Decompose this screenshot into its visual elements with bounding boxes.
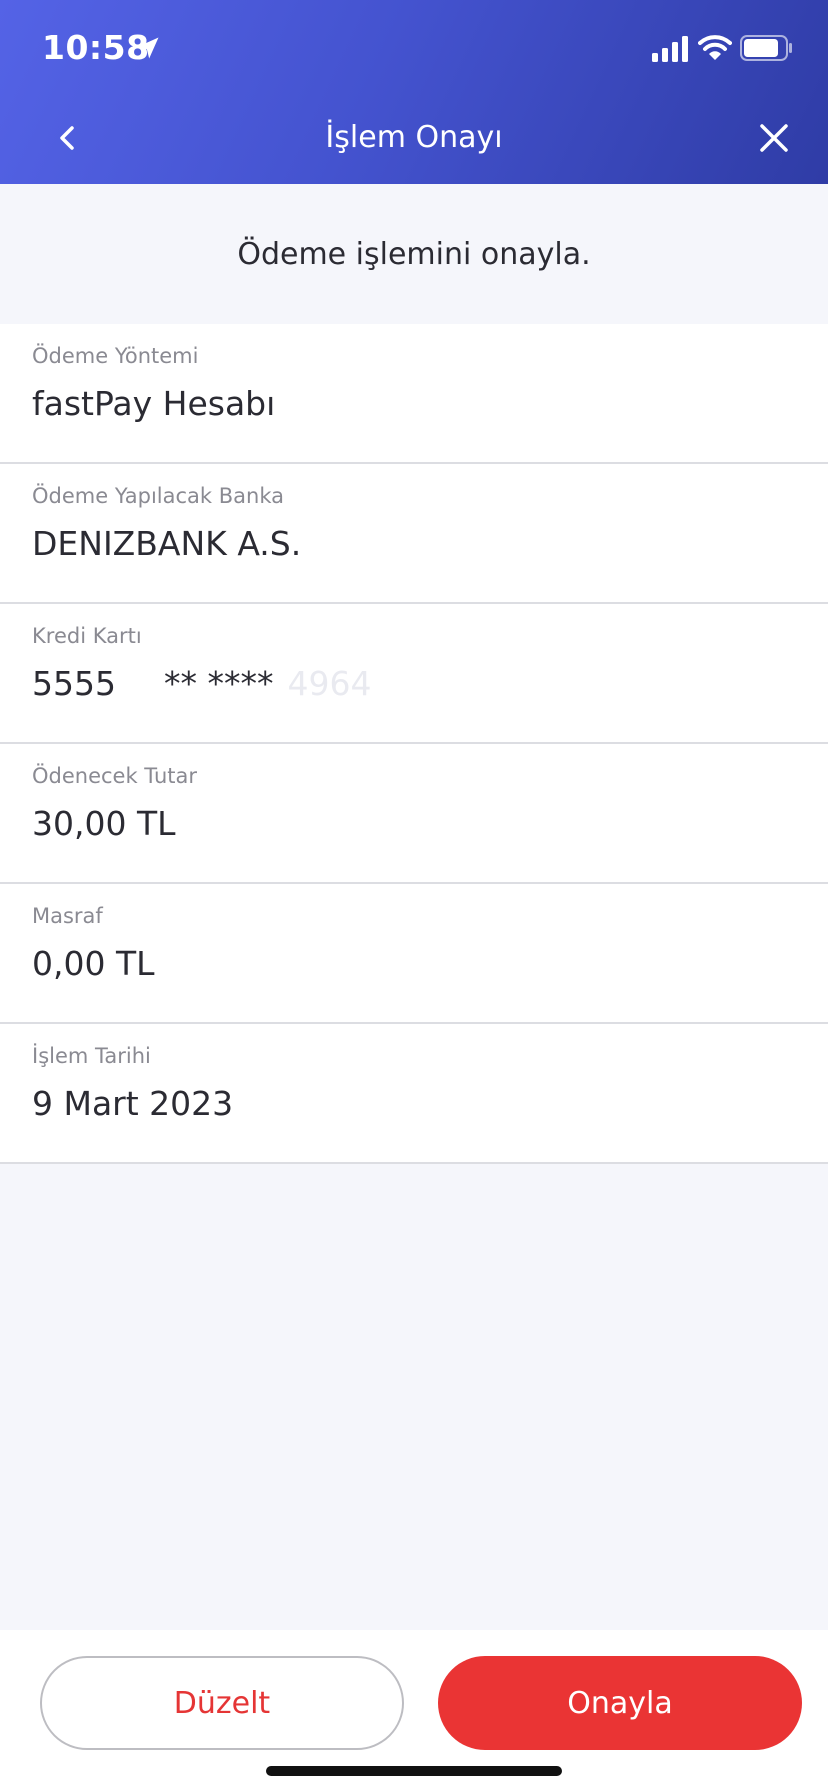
details-list: Ödeme Yöntemi fastPay Hesabı Ödeme Yapıl… <box>0 324 828 1164</box>
detail-row-date: İşlem Tarihi 9 Mart 2023 <box>0 1024 828 1164</box>
detail-label: Masraf <box>32 904 103 928</box>
card-prefix: 5555 <box>32 664 116 703</box>
detail-value: 0,00 TL <box>32 944 155 983</box>
status-bar: 10:58 <box>0 0 828 100</box>
edit-button[interactable]: Düzelt <box>40 1656 404 1750</box>
detail-label: İşlem Tarihi <box>32 1044 151 1068</box>
detail-value: fastPay Hesabı <box>32 384 276 423</box>
detail-row-payment-method: Ödeme Yöntemi fastPay Hesabı <box>0 324 828 464</box>
detail-row-bank: Ödeme Yapılacak Banka DENIZBANK A.S. <box>0 464 828 604</box>
detail-label: Ödenecek Tutar <box>32 764 197 788</box>
confirm-button[interactable]: Onayla <box>438 1656 802 1750</box>
detail-row-credit-card: Kredi Kartı 5555 ** **** 4964 <box>0 604 828 744</box>
detail-label: Ödeme Yöntemi <box>32 344 199 368</box>
location-arrow-icon <box>134 34 162 66</box>
detail-row-fee: Masraf 0,00 TL <box>0 884 828 1024</box>
card-number: 5555 ** **** 4964 <box>32 664 371 703</box>
header: 10:58 İşlem Onayı <box>0 0 828 184</box>
card-mask: ** **** <box>163 664 274 703</box>
detail-row-amount: Ödenecek Tutar 30,00 TL <box>0 744 828 884</box>
detail-value: DENIZBANK A.S. <box>32 524 302 563</box>
home-indicator <box>266 1766 562 1776</box>
wifi-icon <box>698 34 732 66</box>
detail-label: Kredi Kartı <box>32 624 142 648</box>
battery-icon <box>740 35 794 65</box>
page-title: İşlem Onayı <box>325 120 503 155</box>
cellular-signal-icon <box>652 36 690 66</box>
detail-value: 30,00 TL <box>32 804 176 843</box>
card-suffix: 4964 <box>287 664 372 703</box>
subtitle: Ödeme işlemini onayla. <box>237 236 591 272</box>
close-icon[interactable] <box>756 120 792 156</box>
detail-value: 9 Mart 2023 <box>32 1084 234 1123</box>
subtitle-band: Ödeme işlemini onayla. <box>0 184 828 324</box>
action-footer: Düzelt Onayla <box>0 1630 828 1792</box>
detail-label: Ödeme Yapılacak Banka <box>32 484 284 508</box>
